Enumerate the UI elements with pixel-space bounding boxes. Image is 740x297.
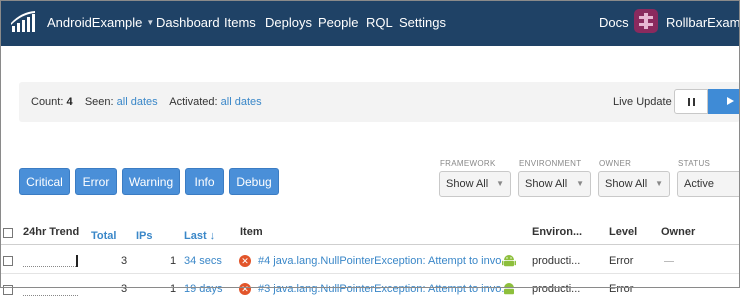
col-ips[interactable]: IPs (136, 230, 153, 242)
owner-select[interactable]: Show All ▼ (598, 171, 670, 197)
level-info-button[interactable]: Info (185, 168, 224, 195)
status-select-value: Active (684, 178, 714, 190)
row-total: 3 (121, 255, 128, 267)
chevron-down-icon: ▼ (576, 179, 584, 188)
row-ips: 1 (170, 283, 177, 295)
row-total: 3 (121, 283, 128, 295)
count-value: 4 (66, 96, 73, 108)
error-level-icon: ✕ (239, 283, 251, 295)
account-name[interactable]: RollbarExample (666, 15, 740, 30)
chevron-down-icon: ▼ (496, 179, 504, 188)
level-critical-button[interactable]: Critical (19, 168, 70, 195)
rollbar-logo-icon[interactable] (11, 11, 35, 33)
pause-icon (688, 98, 690, 106)
row-level: Error (609, 283, 634, 295)
nav-dashboard[interactable]: Dashboard (156, 15, 220, 30)
nav-rql[interactable]: RQL (366, 15, 393, 30)
framework-select[interactable]: Show All ▼ (439, 171, 511, 197)
trend-spike (76, 255, 78, 267)
row-last-seen[interactable]: 19 days (184, 283, 223, 295)
row-checkbox[interactable] (3, 256, 13, 266)
nav-deploys[interactable]: Deploys (265, 15, 312, 30)
row-ips: 1 (170, 255, 177, 267)
nav-settings[interactable]: Settings (399, 15, 446, 30)
owner-filter-label: OWNER (599, 159, 632, 168)
activated-date-link[interactable]: all dates (221, 96, 262, 108)
row-environment: producti... (532, 283, 581, 295)
framework-select-value: Show All (446, 178, 489, 190)
level-debug-button[interactable]: Debug (229, 168, 279, 195)
row-environment: producti... (532, 255, 581, 267)
nav-items[interactable]: Items (224, 15, 256, 30)
col-level[interactable]: Level (609, 226, 637, 238)
environment-filter-label: ENVIRONMENT (519, 159, 582, 168)
seen-date-link[interactable]: all dates (117, 96, 158, 108)
summary-counts: Count: 4 Seen: all dates Activated: all … (31, 96, 262, 108)
row-level: Error (609, 255, 634, 267)
live-update-label: Live Update (613, 96, 672, 108)
row-item-title[interactable]: #3 java.lang.NullPointerException: Attem… (258, 283, 511, 295)
play-button[interactable] (708, 89, 740, 114)
col-last[interactable]: Last ↓ (184, 230, 215, 242)
col-total[interactable]: Total (91, 230, 116, 242)
level-warning-button[interactable]: Warning (122, 168, 180, 195)
error-level-icon: ✕ (239, 255, 251, 267)
status-select[interactable]: Active (677, 171, 740, 197)
owner-select-value: Show All (605, 178, 648, 190)
status-filter-label: STATUS (678, 159, 711, 168)
activated-label: Activated: (169, 96, 218, 108)
row-divider (0, 273, 740, 274)
count-label: Count: (31, 96, 64, 108)
android-icon (504, 283, 514, 295)
top-navbar: AndroidExample ▼ Dashboard Items Deploys … (0, 0, 740, 46)
project-name: AndroidExample (47, 15, 143, 30)
seen-label: Seen: (84, 96, 114, 108)
trend-sparkline (23, 255, 78, 268)
nav-docs[interactable]: Docs (599, 15, 629, 30)
pause-button[interactable] (674, 89, 708, 114)
nav-people[interactable]: People (318, 15, 358, 30)
environment-select-value: Show All (525, 178, 568, 190)
row-checkbox[interactable] (3, 285, 13, 295)
col-owner[interactable]: Owner (661, 226, 695, 238)
col-environment[interactable]: Environ... (532, 226, 582, 238)
row-owner-empty[interactable] (664, 261, 674, 262)
col-item: Item (240, 226, 263, 238)
row-last-seen[interactable]: 34 secs (184, 255, 222, 267)
account-avatar[interactable] (634, 9, 658, 33)
play-icon (727, 97, 734, 105)
chevron-down-icon: ▼ (146, 18, 155, 27)
summary-bar: Count: 4 Seen: all dates Activated: all … (19, 82, 740, 122)
row-item-title[interactable]: #4 java.lang.NullPointerException: Attem… (258, 255, 511, 267)
select-all-checkbox[interactable] (3, 228, 13, 238)
header-divider (0, 244, 740, 245)
android-icon (502, 255, 516, 267)
project-switcher[interactable]: AndroidExample ▼ (47, 15, 154, 30)
environment-select[interactable]: Show All ▼ (518, 171, 591, 197)
framework-filter-label: FRAMEWORK (440, 159, 496, 168)
level-error-button[interactable]: Error (75, 168, 117, 195)
chevron-down-icon: ▼ (655, 179, 663, 188)
col-24hr-trend: 24hr Trend (23, 226, 80, 238)
